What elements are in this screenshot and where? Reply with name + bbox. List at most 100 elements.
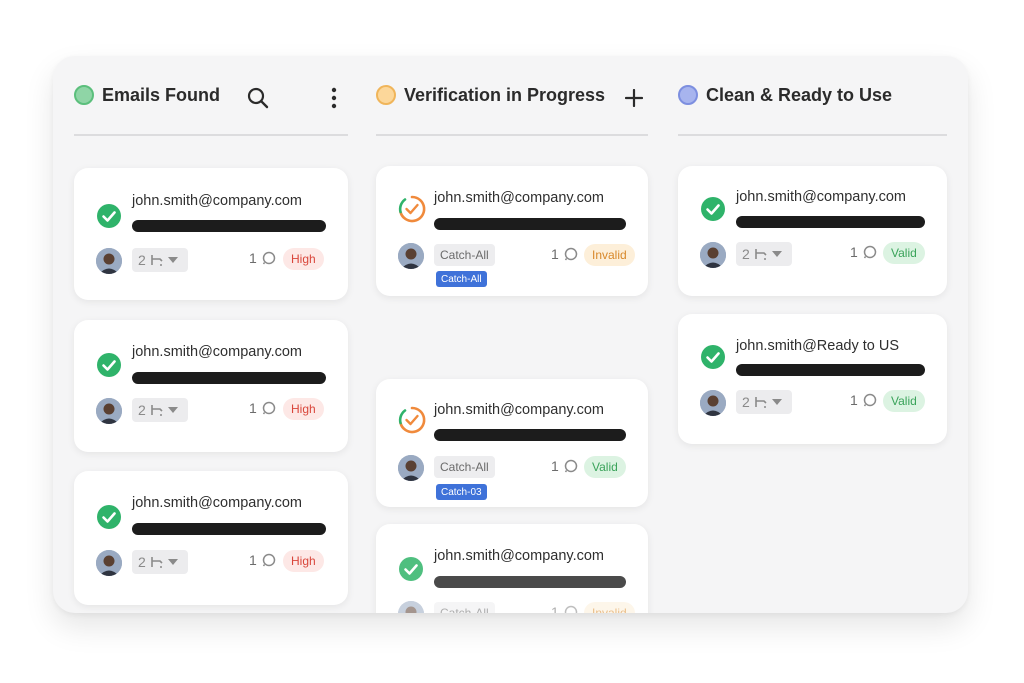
email-address: john.smith@company.com <box>736 189 906 205</box>
email-address: john.smith@company.com <box>132 344 302 360</box>
email-address: john.smith@company.com <box>434 402 604 418</box>
status-badge: Valid <box>584 456 626 478</box>
comment-icon <box>863 393 877 407</box>
merge-count: 2 <box>138 554 146 570</box>
email-address: john.smith@Ready to US <box>736 338 900 354</box>
status-dot <box>678 85 698 105</box>
status-dot <box>376 85 396 105</box>
redacted-bar <box>736 364 925 376</box>
progress-check-icon <box>398 406 426 434</box>
merge-count-dropdown[interactable]: 2 <box>132 398 188 422</box>
check-circle-icon <box>398 556 424 582</box>
email-card[interactable]: john.smith@company.com Catch-All 1 Inval… <box>376 524 648 613</box>
column-clean-ready: Clean & Ready to Use john.smith@company.… <box>678 56 947 613</box>
comment-icon <box>262 251 276 265</box>
redacted-bar <box>434 218 626 230</box>
kanban-board: Emails Found john.smith@company.com 2 1 … <box>53 56 968 613</box>
avatar <box>398 601 424 613</box>
merge-icon <box>754 397 767 408</box>
progress-check-icon <box>398 195 426 223</box>
status-badge: Invalid <box>584 602 635 613</box>
comment-count[interactable]: 1 <box>850 392 877 408</box>
redacted-bar <box>132 220 326 232</box>
plus-icon[interactable] <box>622 86 646 110</box>
merge-count-dropdown[interactable]: 2 <box>132 248 188 272</box>
priority-badge: High <box>283 550 324 572</box>
status-badge: Valid <box>883 242 925 264</box>
merge-icon <box>754 249 767 260</box>
merge-count: 2 <box>138 252 146 268</box>
catch-all-label: Catch-All <box>436 271 487 287</box>
merge-count-dropdown[interactable]: 2 <box>132 550 188 574</box>
chevron-down-icon <box>771 399 782 405</box>
email-card[interactable]: john.smith@company.com 2 1 High <box>74 471 348 605</box>
redacted-bar <box>132 372 326 384</box>
redacted-bar <box>434 576 626 588</box>
catch-all-tag: Catch-All <box>434 244 495 266</box>
comment-count[interactable]: 1 <box>249 250 276 266</box>
avatar <box>700 390 726 416</box>
email-address: john.smith@company.com <box>132 193 302 209</box>
avatar <box>700 242 726 268</box>
column-emails-found: Emails Found john.smith@company.com 2 1 … <box>74 56 348 613</box>
avatar <box>96 248 122 274</box>
column-title: Emails Found <box>102 84 221 105</box>
merge-count: 2 <box>742 246 750 262</box>
email-address: john.smith@company.com <box>434 548 604 564</box>
email-card[interactable]: john.smith@Ready to US 2 1 Valid <box>678 314 947 444</box>
comment-icon <box>262 553 276 567</box>
redacted-bar <box>736 216 925 228</box>
column-header: Clean & Ready to Use <box>678 56 947 136</box>
comment-count[interactable]: 1 <box>249 400 276 416</box>
check-circle-icon <box>700 196 726 222</box>
status-badge: Invalid <box>584 244 635 266</box>
chevron-down-icon <box>771 251 782 257</box>
column-title: Clean & Ready to Use <box>706 84 893 105</box>
merge-count-dropdown[interactable]: 2 <box>736 390 792 414</box>
priority-badge: High <box>283 398 324 420</box>
email-card[interactable]: john.smith@company.com Catch-All Catch-A… <box>376 166 648 296</box>
search-icon[interactable] <box>246 86 270 110</box>
merge-icon <box>150 405 163 416</box>
check-circle-icon <box>96 352 122 378</box>
comment-count[interactable]: 1 <box>551 458 578 474</box>
avatar <box>96 398 122 424</box>
merge-count: 2 <box>742 394 750 410</box>
status-dot <box>74 85 94 105</box>
redacted-bar <box>434 429 626 441</box>
check-circle-icon <box>96 504 122 530</box>
comment-count[interactable]: 1 <box>551 246 578 262</box>
check-circle-icon <box>700 344 726 370</box>
comment-count[interactable]: 1 <box>551 604 578 613</box>
merge-count-dropdown[interactable]: 2 <box>736 242 792 266</box>
avatar <box>96 550 122 576</box>
email-card[interactable]: john.smith@company.com 2 1 High <box>74 168 348 300</box>
email-address: john.smith@company.com <box>434 190 604 206</box>
email-card[interactable]: john.smith@company.com 2 1 High <box>74 320 348 452</box>
merge-icon <box>150 255 163 266</box>
column-title: Verification in Progress <box>404 84 606 105</box>
catch-all-tag: Catch-All <box>434 602 495 613</box>
more-vertical-icon[interactable] <box>322 86 346 110</box>
chevron-down-icon <box>167 559 178 565</box>
column-verification-in-progress: Verification in Progress john.smith@comp… <box>376 56 648 613</box>
avatar <box>398 455 424 481</box>
merge-icon <box>150 557 163 568</box>
column-header: Verification in Progress <box>376 56 648 136</box>
chevron-down-icon <box>167 407 178 413</box>
chevron-down-icon <box>167 257 178 263</box>
email-address: john.smith@company.com <box>132 495 302 511</box>
email-card[interactable]: john.smith@company.com Catch-All Catch-0… <box>376 379 648 507</box>
catch-all-label: Catch-03 <box>436 484 487 500</box>
status-badge: Valid <box>883 390 925 412</box>
priority-badge: High <box>283 248 324 270</box>
comment-count[interactable]: 1 <box>850 244 877 260</box>
avatar <box>398 243 424 269</box>
check-circle-icon <box>96 203 122 229</box>
comment-icon <box>863 245 877 259</box>
redacted-bar <box>132 523 326 535</box>
column-header: Emails Found <box>74 56 348 136</box>
comment-count[interactable]: 1 <box>249 552 276 568</box>
merge-count: 2 <box>138 402 146 418</box>
email-card[interactable]: john.smith@company.com 2 1 Valid <box>678 166 947 296</box>
